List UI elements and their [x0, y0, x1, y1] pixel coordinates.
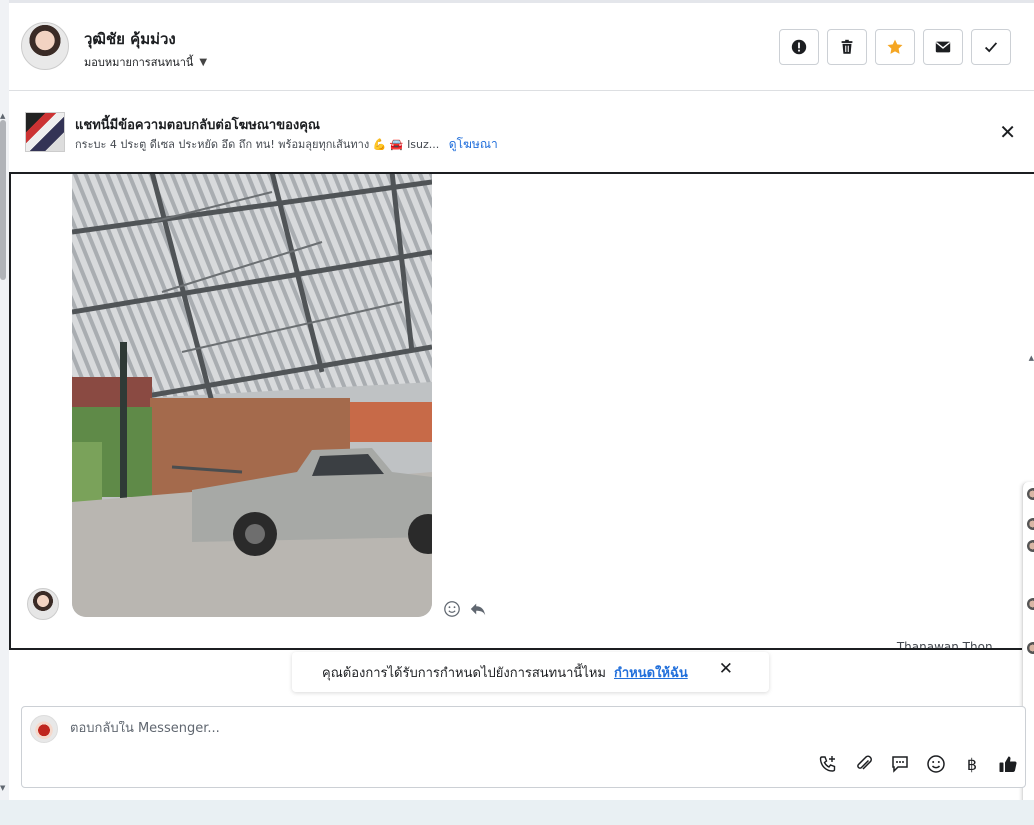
assign-prompt: คุณต้องการได้รับการกำหนดไปยังการสนทนานี้… — [292, 652, 769, 692]
assign-label: มอบหมายการสนทนานี้ — [84, 56, 194, 69]
reply-input[interactable] — [70, 721, 770, 736]
star-icon — [887, 39, 903, 54]
star-button[interactable] — [875, 29, 915, 65]
ad-thumbnail[interactable] — [25, 112, 65, 152]
scrollbar-thumb[interactable] — [0, 120, 6, 280]
payment-button[interactable]: ฿ — [961, 753, 983, 775]
page-avatar — [30, 715, 58, 743]
header-actions — [779, 29, 1011, 65]
side-avatar[interactable] — [1027, 518, 1034, 530]
scroll-up-icon[interactable]: ▲ — [0, 112, 5, 120]
emoji-button[interactable] — [925, 753, 947, 775]
bottom-band — [0, 800, 1034, 825]
ad-description: กระบะ 4 ประตู ดีเซล ประหยัด อึด ถึก ทน! … — [75, 138, 440, 151]
mark-done-button[interactable] — [971, 29, 1011, 65]
chat-bubble-icon — [892, 756, 908, 773]
reply-composer: ฿ — [21, 706, 1026, 788]
emoji-reaction-icon[interactable] — [443, 600, 461, 618]
left-scrollbar[interactable]: ▲ ▼ — [0, 0, 9, 800]
photo-image — [72, 174, 432, 617]
side-avatar[interactable] — [1027, 540, 1034, 552]
close-icon[interactable]: ✕ — [719, 661, 733, 678]
contact-name[interactable]: วุฒิชัย คุ้มม่วง — [84, 27, 176, 51]
caret-down-icon: ▼ — [199, 56, 208, 68]
paperclip-icon — [857, 755, 872, 770]
ad-reply-banner: แชทนี้มีข้อความตอบกลับต่อโฆษณาของคุณ กระ… — [9, 92, 1034, 172]
attach-button[interactable] — [853, 753, 875, 775]
thumbs-up-icon — [999, 756, 1017, 772]
baht-icon: ฿ — [966, 754, 978, 774]
assign-to-me-link[interactable]: กำหนดให้ฉัน — [614, 662, 688, 683]
conversation-header: วุฒิชัย คุ้มม่วง มอบหมายการสนทนานี้ ▼ — [9, 3, 1034, 91]
scroll-up-icon[interactable]: ▲ — [1029, 354, 1034, 362]
message-photo[interactable] — [72, 174, 432, 617]
close-icon[interactable]: ✕ — [999, 122, 1016, 142]
side-avatar[interactable] — [1027, 488, 1034, 500]
side-avatar[interactable] — [1027, 642, 1034, 654]
view-ad-link[interactable]: ดูโฆษณา — [449, 137, 498, 151]
check-icon — [984, 42, 998, 53]
saved-replies-button[interactable] — [889, 753, 911, 775]
call-button[interactable] — [817, 753, 839, 775]
assign-dropdown[interactable]: มอบหมายการสนทนานี้ ▼ — [84, 53, 207, 71]
like-button[interactable] — [997, 753, 1019, 775]
reply-icon[interactable] — [469, 600, 487, 618]
side-avatar[interactable] — [1027, 598, 1034, 610]
ad-banner-title: แชทนี้มีข้อความตอบกลับต่อโฆษณาของคุณ — [75, 118, 320, 133]
mark-unread-button[interactable] — [923, 29, 963, 65]
seen-by-label: Thanawan Thon... — [896, 640, 1004, 650]
smiley-icon — [927, 755, 945, 773]
sender-avatar[interactable] — [27, 588, 59, 620]
contact-avatar[interactable] — [21, 22, 69, 70]
message-tools — [443, 600, 487, 618]
assign-question: คุณต้องการได้รับการกำหนดไปยังการสนทนานี้… — [322, 665, 606, 681]
message-thread[interactable]: Thanawan Thon... ▲ — [9, 172, 1034, 650]
composer-toolbar: ฿ — [817, 753, 1019, 775]
envelope-icon — [935, 41, 951, 53]
trash-icon — [841, 39, 853, 54]
delete-button[interactable] — [827, 29, 867, 65]
scroll-down-icon[interactable]: ▼ — [0, 784, 5, 792]
alert-icon — [791, 39, 807, 55]
ad-banner-subtitle: กระบะ 4 ประตู ดีเซล ประหยัด อึด ถึก ทน! … — [75, 135, 498, 154]
mark-spam-button[interactable] — [779, 29, 819, 65]
phone-plus-icon — [819, 756, 836, 772]
